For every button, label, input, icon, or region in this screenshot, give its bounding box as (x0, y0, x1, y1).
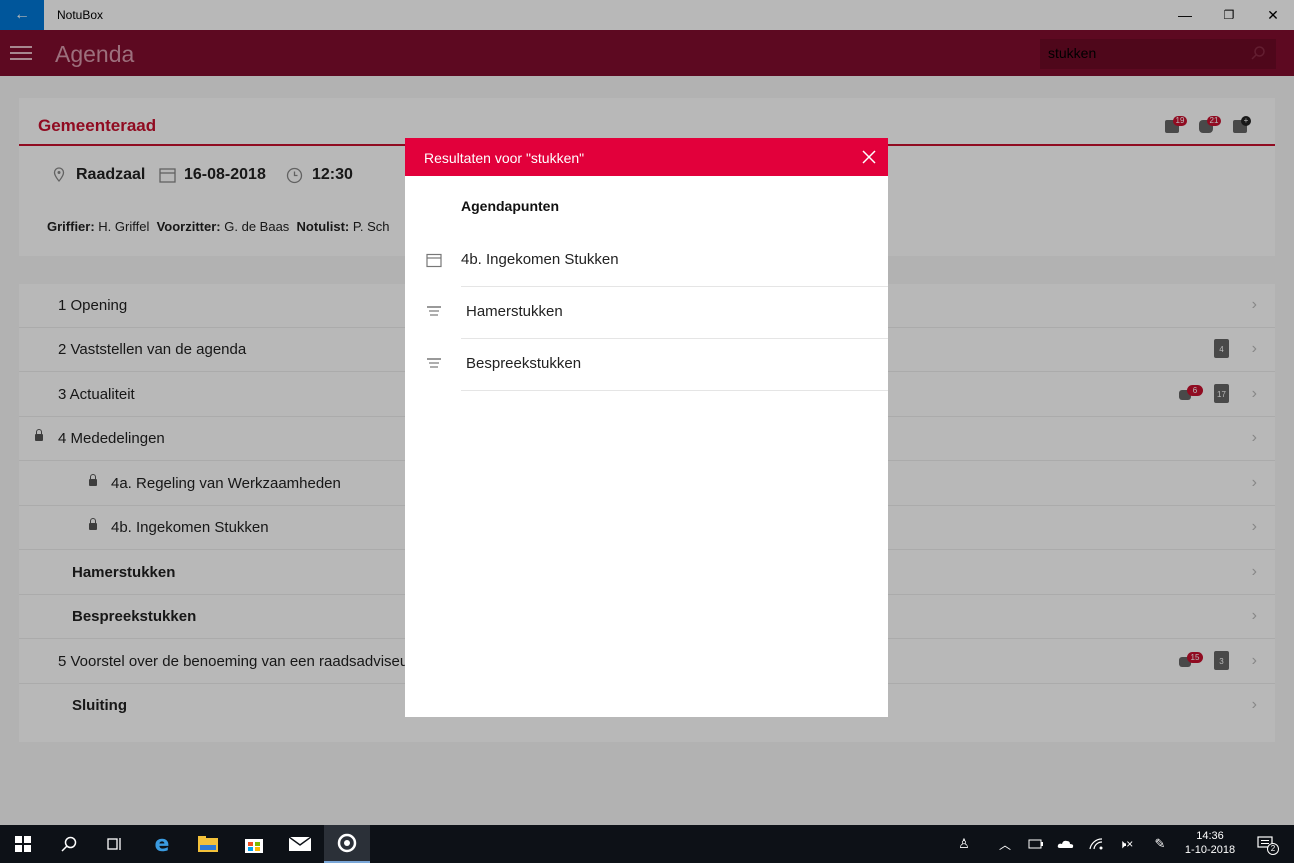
dialog-title: Resultaten voor "stukken" (424, 150, 585, 166)
results-section-title: Agendapunten (461, 198, 559, 214)
notification-count: 2 (1267, 843, 1279, 855)
result-label: Hamerstukken (466, 303, 563, 320)
result-label: 4b. Ingekomen Stukken (461, 251, 619, 268)
notification-icon: 2 (1257, 836, 1279, 855)
result-item[interactable]: 4b. Ingekomen Stukken (405, 235, 888, 287)
result-item[interactable]: Hamerstukken (405, 287, 888, 339)
result-label: Bespreekstukken (466, 355, 582, 372)
windows-icon (15, 836, 31, 852)
clock-date: 1-10-2018 (1184, 844, 1236, 856)
search-icon (61, 836, 77, 852)
store-button[interactable] (231, 825, 277, 863)
list-icon (427, 358, 441, 368)
search-results-dialog: Resultaten voor "stukken" Agendapunten 4… (405, 138, 888, 717)
notubox-icon (337, 833, 357, 853)
calendar-icon (426, 253, 442, 268)
people-button[interactable]: ♙ (944, 825, 984, 863)
clock-time: 14:36 (1196, 830, 1224, 842)
mail-button[interactable] (277, 825, 323, 863)
taskbar: e ♙ ︿ 🕨× ✎ 14:36 1-10-2018 2 (0, 825, 1294, 863)
edge-button[interactable]: e (139, 825, 185, 863)
mail-icon (289, 837, 311, 851)
start-button[interactable] (0, 825, 46, 863)
clock[interactable]: 14:36 1-10-2018 (1180, 829, 1240, 857)
close-icon[interactable] (861, 149, 877, 165)
chevron-up-icon: ︿ (998, 837, 1011, 852)
volume-muted-icon[interactable]: 🕨× (1109, 825, 1143, 863)
search-button[interactable] (46, 825, 92, 863)
edge-icon: e (154, 831, 170, 857)
people-icon: ♙ (958, 836, 970, 851)
notubox-taskbar-button[interactable] (324, 825, 370, 863)
folder-icon (198, 836, 218, 852)
pen-icon[interactable]: ✎ (1142, 825, 1178, 863)
store-icon (245, 839, 263, 853)
list-icon (427, 306, 441, 316)
dialog-header: Resultaten voor "stukken" (405, 138, 888, 176)
action-center-button[interactable]: 2 (1248, 825, 1284, 863)
result-item[interactable]: Bespreekstukken (405, 339, 888, 391)
onedrive-icon[interactable] (1048, 825, 1084, 863)
explorer-button[interactable] (185, 825, 231, 863)
task-view-icon (107, 838, 121, 850)
task-view-button[interactable] (91, 825, 137, 863)
